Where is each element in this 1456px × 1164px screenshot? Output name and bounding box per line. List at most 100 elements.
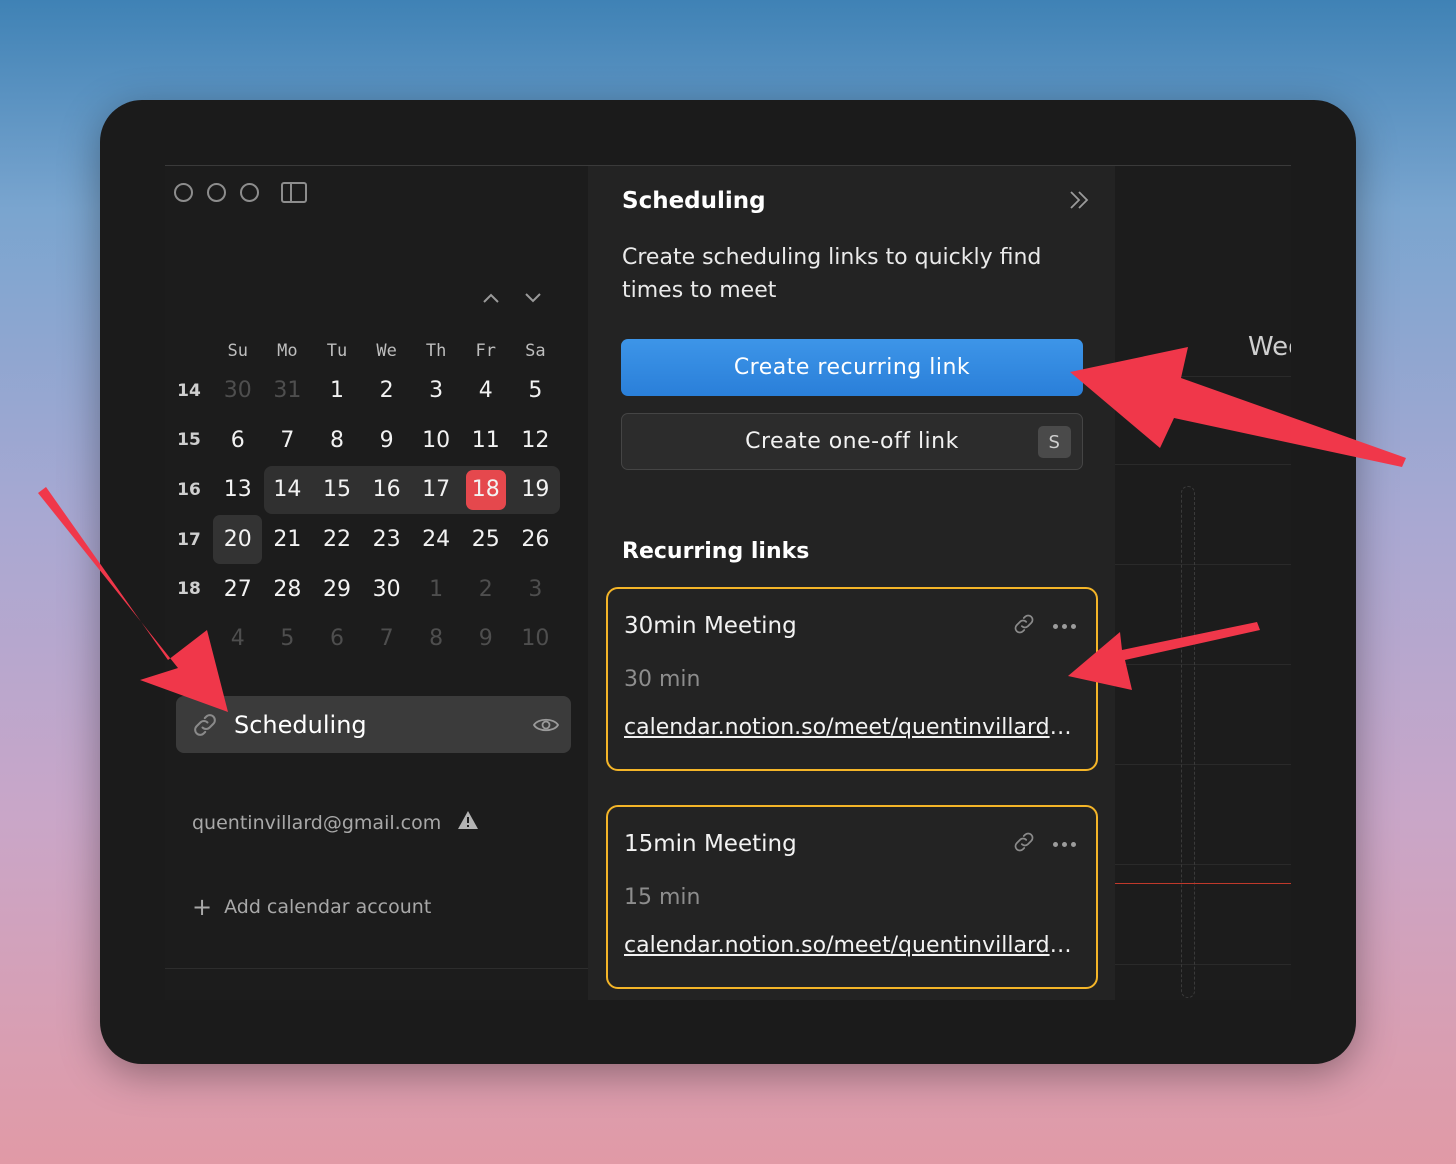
calendar-day[interactable]: 27	[213, 577, 263, 602]
grid-line	[1115, 564, 1291, 565]
calendar-day[interactable]: 11	[461, 428, 511, 453]
calendar-week-row: 15 6 7 8 9 10 11 12	[165, 416, 560, 466]
recurring-links-heading: Recurring links	[622, 539, 810, 564]
eye-icon[interactable]	[521, 716, 571, 734]
more-options-icon[interactable]	[1053, 841, 1076, 847]
copy-link-icon[interactable]	[1011, 829, 1037, 859]
collapse-panel-icon[interactable]	[1068, 188, 1090, 218]
calendar-day[interactable]: 19	[511, 477, 561, 502]
panel-title: Scheduling	[622, 188, 766, 214]
weekday-header: Th	[425, 341, 447, 361]
calendar-day[interactable]: 12	[511, 428, 561, 453]
calendar-day[interactable]: 15	[312, 477, 362, 502]
add-account-label: Add calendar account	[224, 896, 432, 918]
calendar-week-row: 14 30 31 1 2 3 4 5	[165, 366, 560, 416]
more-options-icon[interactable]	[1053, 623, 1076, 629]
calendar-day[interactable]: 14	[263, 477, 313, 502]
calendar-day[interactable]: 18	[461, 477, 511, 502]
calendar-day[interactable]: 5	[511, 378, 561, 403]
calendar-day[interactable]: 7	[362, 626, 412, 651]
calendar-day[interactable]: 28	[263, 577, 313, 602]
previous-month-icon[interactable]	[483, 291, 499, 307]
calendar-day[interactable]: 17	[411, 477, 461, 502]
calendar-day[interactable]: 1	[312, 378, 362, 403]
calendar-day[interactable]: 20	[213, 527, 263, 552]
mini-calendar: Su Mo Tu We Th Fr Sa 14 30 31 1 2 3 4 5 15 6 7 8 9 10…	[165, 336, 560, 664]
create-recurring-link-button[interactable]: Create recurring link	[621, 339, 1083, 396]
minimize-window-button[interactable]	[207, 183, 226, 202]
copy-link-icon[interactable]	[1011, 611, 1037, 641]
grid-line	[1115, 764, 1291, 765]
link-name: 30min Meeting	[624, 613, 797, 639]
calendar-day[interactable]: 5	[263, 626, 313, 651]
calendar-week-row: 4 5 6 7 8 9 10	[165, 614, 560, 664]
add-calendar-account-button[interactable]: + Add calendar account	[192, 893, 431, 921]
weekday-header: Sa	[525, 341, 546, 361]
scheduling-sidebar-item[interactable]: Scheduling	[176, 696, 571, 753]
recurring-link-card[interactable]: 30min Meeting 30 min calendar.notion.so/…	[606, 587, 1098, 771]
grid-line	[1115, 864, 1291, 865]
calendar-day[interactable]: 8	[411, 626, 461, 651]
sidebar-toggle-icon[interactable]	[281, 182, 307, 203]
calendar-day[interactable]: 9	[362, 428, 412, 453]
calendar-day[interactable]: 4	[461, 378, 511, 403]
calendar-day[interactable]: 6	[213, 428, 263, 453]
calendar-day[interactable]: 7	[263, 428, 313, 453]
scheduling-label: Scheduling	[234, 710, 367, 739]
card-actions	[1011, 829, 1076, 859]
weekday-header: Tu	[326, 341, 348, 361]
link-url[interactable]: calendar.notion.so/meet/quentinvillard/1…	[624, 933, 1076, 958]
app-window: Su Mo Tu We Th Fr Sa 14 30 31 1 2 3 4 5 15 6 7 8 9 10…	[165, 165, 1291, 1000]
weekday-header: Mo	[277, 341, 298, 361]
calendar-day[interactable]: 29	[312, 577, 362, 602]
calendar-day[interactable]: 3	[411, 378, 461, 403]
calendar-day[interactable]: 6	[312, 626, 362, 651]
calendar-day[interactable]: 2	[461, 577, 511, 602]
week-view: Wed	[1115, 166, 1291, 1000]
calendar-day[interactable]: 2	[362, 378, 412, 403]
calendar-day[interactable]: 1	[411, 577, 461, 602]
calendar-day[interactable]: 10	[511, 626, 561, 651]
link-icon	[176, 710, 234, 740]
calendar-day[interactable]: 16	[362, 477, 412, 502]
calendar-day[interactable]: 24	[411, 527, 461, 552]
week-number: 15	[177, 430, 201, 451]
account-email: quentinvillard@gmail.com	[192, 811, 442, 834]
recurring-link-card[interactable]: 15min Meeting 15 min calendar.notion.so/…	[606, 805, 1098, 989]
sidebar-divider	[165, 968, 588, 969]
grid-line	[1115, 964, 1291, 965]
weekday-header: We	[376, 341, 397, 361]
calendar-day[interactable]: 13	[213, 477, 263, 502]
create-one-off-link-button[interactable]: Create one-off link S	[621, 413, 1083, 470]
week-number: 14	[177, 380, 201, 401]
calendar-week-row: 18 27 28 29 30 1 2 3	[165, 564, 560, 614]
plus-icon: +	[192, 893, 213, 921]
calendar-day[interactable]: 30	[362, 577, 412, 602]
weekday-header: Su	[227, 341, 249, 361]
close-window-button[interactable]	[174, 183, 193, 202]
zoom-window-button[interactable]	[240, 183, 259, 202]
window-controls	[174, 182, 307, 203]
day-column-header: Wed	[1248, 332, 1291, 362]
calendar-day[interactable]: 3	[511, 577, 561, 602]
calendar-day[interactable]: 4	[213, 626, 263, 651]
next-month-icon[interactable]	[525, 291, 541, 307]
panel-description: Create scheduling links to quickly find …	[622, 245, 1042, 303]
calendar-day[interactable]: 26	[511, 527, 561, 552]
month-nav	[483, 291, 541, 307]
event-placeholder	[1181, 486, 1195, 998]
calendar-day[interactable]: 21	[263, 527, 313, 552]
calendar-day[interactable]: 22	[312, 527, 362, 552]
calendar-account[interactable]: quentinvillard@gmail.com	[192, 810, 479, 835]
calendar-day[interactable]: 30	[213, 378, 263, 403]
calendar-day[interactable]: 31	[263, 378, 313, 403]
calendar-day[interactable]: 25	[461, 527, 511, 552]
sidebar: Su Mo Tu We Th Fr Sa 14 30 31 1 2 3 4 5 15 6 7 8 9 10…	[165, 166, 588, 1000]
calendar-day[interactable]: 10	[411, 428, 461, 453]
calendar-day[interactable]: 23	[362, 527, 412, 552]
link-name: 15min Meeting	[624, 831, 797, 857]
calendar-day[interactable]: 9	[461, 626, 511, 651]
calendar-day[interactable]: 8	[312, 428, 362, 453]
link-url[interactable]: calendar.notion.so/meet/quentinvillard/3…	[624, 715, 1076, 740]
weekday-header: Fr	[475, 341, 496, 361]
